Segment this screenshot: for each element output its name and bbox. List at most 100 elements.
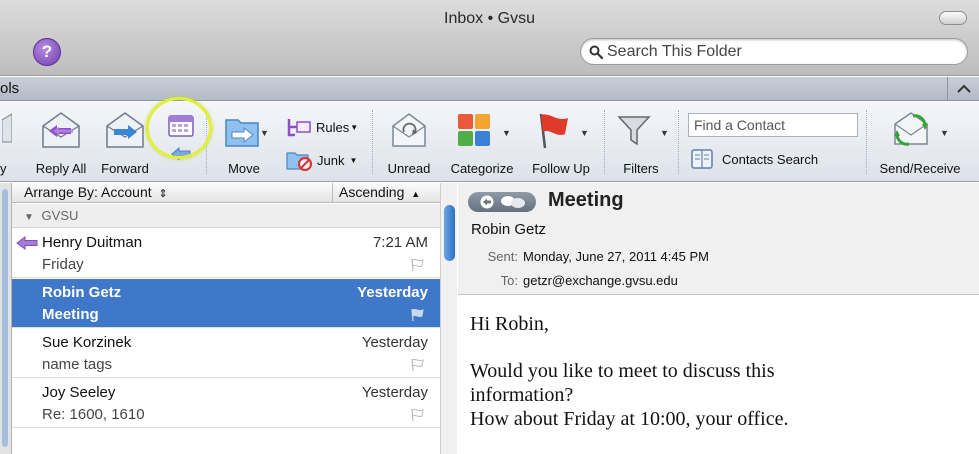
- to-line: To: getzr@exchange.gvsu.edu: [458, 273, 678, 288]
- message-row[interactable]: Sue Korzinek name tags Yesterday: [12, 329, 440, 378]
- help-button[interactable]: ?: [33, 38, 61, 66]
- rules-dropdown-icon: ▼: [350, 122, 359, 132]
- reply-all-label: Reply All: [35, 161, 87, 176]
- outlook-window: Inbox • Gvsu ? ols y: [0, 0, 979, 454]
- tab-tools[interactable]: ols: [0, 80, 19, 97]
- toolbar-divider: [372, 110, 373, 174]
- message-sender: Sue Korzinek: [42, 334, 132, 351]
- categorize-dropdown-icon: ▼: [502, 128, 511, 138]
- toolbar-divider: [206, 110, 207, 174]
- forward-button[interactable]: Forward: [96, 102, 154, 182]
- message-subject: Meeting: [42, 306, 99, 323]
- unread-button[interactable]: Unread: [380, 102, 438, 182]
- categorize-icon: [458, 114, 490, 146]
- folder-pane-edge[interactable]: [0, 183, 12, 454]
- contacts-search-button[interactable]: Contacts Search: [690, 148, 818, 170]
- message-time: Yesterday: [361, 384, 428, 401]
- message-row[interactable]: Henry Duitman Friday 7:21 AM: [12, 229, 440, 278]
- search-field[interactable]: [580, 38, 968, 65]
- chevron-up-icon: [956, 84, 971, 93]
- toolbar-toggle-button[interactable]: [939, 11, 967, 25]
- updown-arrows-icon: ⇕: [158, 188, 168, 200]
- send-receive-label: Send/Receive: [879, 161, 961, 176]
- flag-outline-icon[interactable]: [410, 308, 424, 322]
- junk-button[interactable]: Junk ▼: [286, 149, 357, 171]
- message-time: Yesterday: [361, 334, 428, 351]
- message-subject-heading: Meeting: [548, 189, 624, 211]
- envelope-icon: [2, 113, 12, 143]
- message-row[interactable]: Joy Seeley Re: 1600, 1610 Yesterday: [12, 379, 440, 428]
- junk-label: Junk: [317, 152, 345, 168]
- reply-label: y: [0, 161, 7, 176]
- message-time: 7:21 AM: [372, 234, 428, 251]
- message-subject: Re: 1600, 1610: [42, 406, 145, 423]
- sort-order-button[interactable]: Ascending ▲: [332, 183, 440, 202]
- message-list-scrollbar[interactable]: [440, 183, 457, 454]
- junk-dropdown-icon: ▼: [349, 155, 358, 165]
- rules-button[interactable]: Rules ▼: [286, 116, 358, 138]
- message-time: Yesterday: [357, 284, 428, 301]
- message-row[interactable]: Robin Getz Meeting Yesterday: [12, 279, 440, 328]
- rules-icon: [287, 119, 311, 137]
- reply-all-icon: [42, 112, 80, 148]
- back-arrow-icon[interactable]: [479, 195, 495, 209]
- scrollbar-thumb[interactable]: [444, 205, 455, 261]
- send-receive-dropdown-icon: ▼: [940, 128, 949, 138]
- filter-funnel-icon: [617, 116, 651, 146]
- arrange-by-menu[interactable]: Arrange By: Account ⇕: [24, 184, 168, 200]
- search-icon: [589, 45, 603, 59]
- toolbar-divider: [678, 110, 679, 174]
- move-button[interactable]: ▼ Move: [212, 102, 276, 182]
- filters-dropdown-icon: ▼: [660, 128, 669, 138]
- conversation-bubbles-icon[interactable]: [500, 195, 526, 209]
- toolbar-divider: [604, 110, 605, 174]
- sent-line: Sent: Monday, June 27, 2011 4:45 PM: [458, 249, 709, 264]
- account-group-header[interactable]: ▼ GVSU: [12, 204, 440, 228]
- reply-all-button[interactable]: Reply All: [30, 102, 92, 182]
- reply-button[interactable]: y: [0, 102, 14, 182]
- flag-outline-icon[interactable]: [410, 258, 424, 272]
- categorize-button[interactable]: ▼ Categorize: [444, 102, 520, 182]
- sort-order-label: Ascending: [339, 184, 405, 200]
- sent-value: Monday, June 27, 2011 4:45 PM: [523, 249, 709, 264]
- filters-label: Filters: [623, 161, 659, 176]
- folder-move-icon: [225, 119, 259, 147]
- flag-outline-icon[interactable]: [410, 408, 424, 422]
- to-label: To:: [500, 273, 518, 288]
- toolbar-divider: [866, 110, 867, 174]
- message-header: Meeting Robin Getz Sent: Monday, June 27,…: [458, 183, 979, 295]
- forward-icon: [106, 112, 144, 148]
- arrange-by-label: Arrange By: Account: [24, 184, 152, 200]
- group-label: GVSU: [41, 208, 79, 223]
- sent-label: Sent:: [487, 249, 518, 264]
- categorize-label: Categorize: [450, 161, 514, 176]
- calendar-icon: [168, 115, 194, 137]
- send-receive-icon: [894, 112, 928, 146]
- title-bar: Inbox • Gvsu ?: [0, 0, 979, 76]
- follow-up-dropdown-icon: ▼: [580, 128, 589, 138]
- forward-label: Forward: [101, 161, 149, 176]
- filters-button[interactable]: ▼ Filters: [610, 102, 672, 182]
- message-from[interactable]: Robin Getz: [471, 221, 546, 238]
- message-sender: Joy Seeley: [42, 384, 116, 401]
- question-icon: ?: [41, 42, 53, 61]
- unread-envelope-icon: [392, 113, 426, 147]
- find-contact-input[interactable]: [688, 113, 858, 137]
- send-receive-button[interactable]: ▼ Send/Receive: [872, 102, 968, 182]
- junk-icon: [286, 152, 313, 171]
- replied-icon: [16, 236, 38, 250]
- disclosure-triangle-icon: ▼: [24, 212, 34, 223]
- search-input[interactable]: [607, 42, 947, 61]
- to-address[interactable]: getzr@exchange.gvsu.edu: [523, 273, 678, 288]
- meeting-button[interactable]: [160, 102, 202, 182]
- rules-label: Rules: [316, 119, 350, 135]
- message-nav-buttons[interactable]: [468, 192, 536, 212]
- follow-up-button[interactable]: ▼ Follow Up: [524, 102, 598, 182]
- unread-label: Unread: [387, 161, 431, 176]
- follow-up-label: Follow Up: [532, 161, 590, 176]
- ribbon-tab-row: ols: [0, 77, 979, 101]
- collapse-ribbon-button[interactable]: [947, 77, 979, 100]
- flag-outline-icon[interactable]: [410, 358, 424, 372]
- flag-icon: [539, 113, 568, 149]
- move-dropdown-icon: ▼: [260, 128, 269, 138]
